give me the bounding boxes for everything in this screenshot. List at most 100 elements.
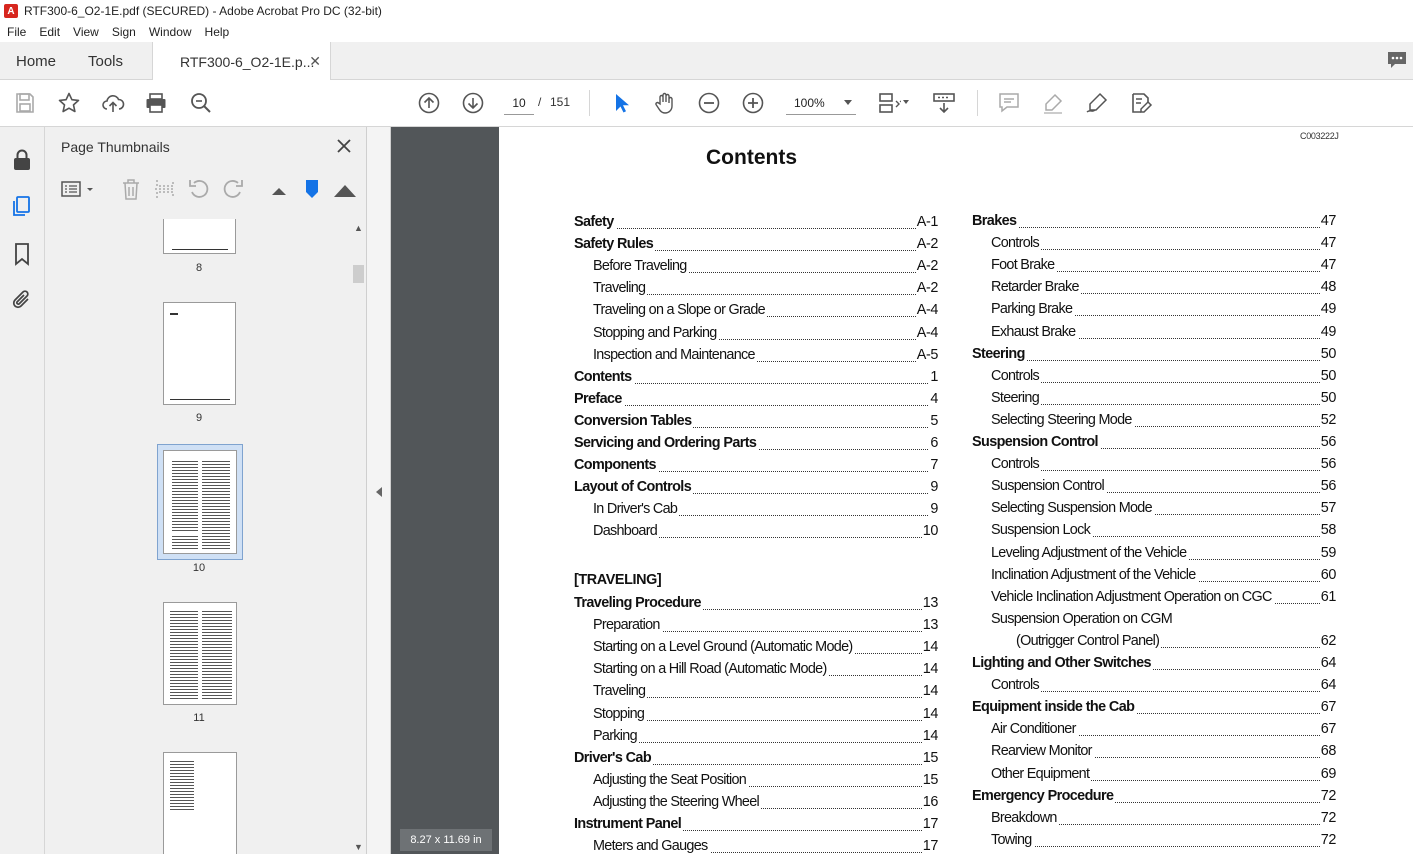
attachment-icon[interactable] xyxy=(10,288,34,312)
toc-entry[interactable]: Suspension Operation on CGM xyxy=(991,610,1336,629)
toc-entry[interactable]: Contents 1 xyxy=(574,368,938,387)
toc-entry[interactable]: Starting on a Hill Road (Automatic Mode)… xyxy=(593,661,938,679)
rotate-left-icon[interactable] xyxy=(187,177,211,201)
toc-entry[interactable]: Controls 50 xyxy=(991,367,1336,386)
lock-icon[interactable] xyxy=(10,148,34,172)
toc-entry[interactable]: Steering 50 xyxy=(991,389,1336,408)
thumbnail-size-large-icon[interactable] xyxy=(333,177,357,201)
rotate-right-icon[interactable] xyxy=(221,177,245,201)
bookmark-icon[interactable] xyxy=(10,242,34,266)
save-icon[interactable] xyxy=(13,91,37,115)
thumbnail-size-small-icon[interactable] xyxy=(270,177,288,201)
toc-entry[interactable]: Safety A-1 xyxy=(574,214,938,232)
toc-entry[interactable]: Inclination Adjustment of the Vehicle 60 xyxy=(991,566,1336,585)
chevron-down-icon[interactable] xyxy=(903,100,909,104)
toc-entry[interactable]: Starting on a Level Ground (Automatic Mo… xyxy=(593,639,938,657)
panel-collapse-handle[interactable] xyxy=(367,127,391,854)
toc-entry[interactable]: Traveling on a Slope or Grade A-4 xyxy=(593,302,938,320)
tab-document[interactable]: RTF300-6_O2-1E.p... ✕ xyxy=(152,42,331,81)
tab-home[interactable]: Home xyxy=(16,42,56,80)
close-icon[interactable] xyxy=(334,136,354,156)
scroll-mode-icon[interactable] xyxy=(932,91,956,115)
page-number-input[interactable] xyxy=(504,91,534,115)
previous-page-icon[interactable] xyxy=(417,91,441,115)
scrollbar-thumb[interactable] xyxy=(353,265,364,283)
toc-entry[interactable]: Components 7 xyxy=(574,457,938,475)
toc-entry[interactable]: Servicing and Ordering Parts 6 xyxy=(574,435,938,453)
delete-page-icon[interactable] xyxy=(120,177,142,201)
toc-entry[interactable]: Selecting Suspension Mode 57 xyxy=(991,500,1336,518)
toc-entry[interactable]: Suspension Control 56 xyxy=(972,434,1336,452)
next-page-icon[interactable] xyxy=(461,91,485,115)
thumbnails-scrollbar[interactable]: ▲ ▼ xyxy=(350,219,366,854)
edit-document-icon[interactable] xyxy=(1129,91,1153,115)
page-display-icon[interactable] xyxy=(877,91,904,115)
zoom-select[interactable]: 100% xyxy=(786,91,856,115)
toc-entry[interactable]: Instrument Panel 17 xyxy=(574,816,938,834)
toc-entry[interactable]: Parking 14 xyxy=(593,727,938,746)
toc-entry[interactable]: Conversion Tables 5 xyxy=(574,412,938,431)
hand-tool-icon[interactable] xyxy=(653,91,677,115)
toc-entry[interactable]: Stopping and Parking A-4 xyxy=(593,324,938,343)
toc-entry[interactable]: Leveling Adjustment of the Vehicle 59 xyxy=(991,544,1336,563)
toc-entry[interactable]: Lighting and Other Switches 64 xyxy=(972,655,1336,673)
zoom-out-icon[interactable] xyxy=(697,91,721,115)
toc-entry[interactable]: Retarder Brake 48 xyxy=(991,279,1336,297)
page-thumbnail[interactable] xyxy=(163,450,237,554)
close-tab-icon[interactable]: ✕ xyxy=(309,53,321,70)
toc-entry[interactable]: Meters and Gauges 17 xyxy=(593,838,938,854)
page-thumbnail[interactable] xyxy=(163,219,236,254)
toc-entry[interactable]: Breakdown 72 xyxy=(991,809,1336,828)
toc-entry[interactable]: Controls 56 xyxy=(991,456,1336,474)
toc-entry[interactable]: Steering 50 xyxy=(972,345,1336,364)
menu-file[interactable]: File xyxy=(0,25,32,39)
comment-icon[interactable] xyxy=(997,91,1021,115)
toc-entry[interactable]: Equipment inside the Cab 67 xyxy=(972,699,1336,717)
page-thumbnail[interactable] xyxy=(163,602,237,705)
toc-entry[interactable]: Towing 72 xyxy=(991,831,1336,850)
toc-entry[interactable]: Traveling A-2 xyxy=(593,280,938,298)
toc-entry[interactable]: Driver's Cab 15 xyxy=(574,749,938,768)
toc-entry[interactable]: Stopping 14 xyxy=(593,705,938,724)
select-cursor-icon[interactable] xyxy=(609,91,633,115)
menu-sign[interactable]: Sign xyxy=(105,25,142,39)
comment-icon[interactable] xyxy=(1387,51,1407,69)
toc-entry[interactable]: Adjusting the Seat Position 15 xyxy=(593,771,938,790)
extract-page-icon[interactable] xyxy=(153,177,177,201)
toc-entry[interactable]: Suspension Lock 58 xyxy=(991,522,1336,540)
toc-entry[interactable]: Before Traveling A-2 xyxy=(593,258,938,276)
insert-marker-icon[interactable] xyxy=(303,177,321,201)
toc-entry[interactable]: Parking Brake 49 xyxy=(991,301,1336,319)
toc-entry[interactable]: Brakes 47 xyxy=(972,213,1336,231)
menu-view[interactable]: View xyxy=(66,25,105,39)
toc-entry[interactable]: Controls 64 xyxy=(991,677,1336,695)
upload-cloud-icon[interactable] xyxy=(101,91,125,115)
toc-entry[interactable]: (Outrigger Control Panel) 62 xyxy=(1016,632,1336,651)
toc-entry[interactable]: Preface 4 xyxy=(574,390,938,409)
toc-entry[interactable]: Controls 47 xyxy=(991,235,1336,253)
toc-entry[interactable]: Emergency Procedure 72 xyxy=(972,787,1336,806)
toc-entry[interactable]: Selecting Steering Mode 52 xyxy=(991,411,1336,430)
toc-entry[interactable]: Adjusting the Steering Wheel 16 xyxy=(593,793,938,812)
toc-entry[interactable]: Preparation 13 xyxy=(593,617,938,635)
print-icon[interactable] xyxy=(144,91,168,115)
menu-window[interactable]: Window xyxy=(142,25,198,39)
highlight-pen-icon[interactable] xyxy=(1041,91,1065,115)
toc-entry[interactable]: Foot Brake 47 xyxy=(991,257,1336,275)
find-zoom-icon[interactable] xyxy=(189,91,213,115)
toc-entry[interactable]: Vehicle Inclination Adjustment Operation… xyxy=(991,588,1336,607)
toc-entry[interactable]: Exhaust Brake 49 xyxy=(991,323,1336,342)
page-thumbnail[interactable] xyxy=(163,752,237,854)
scroll-down-icon[interactable]: ▼ xyxy=(354,842,363,852)
toc-entry[interactable]: Layout of Controls 9 xyxy=(574,479,938,497)
menu-edit[interactable]: Edit xyxy=(32,25,66,39)
thumbnail-options-icon[interactable] xyxy=(61,177,97,201)
sign-pen-icon[interactable] xyxy=(1085,91,1109,115)
bookmark-star-icon[interactable] xyxy=(57,91,81,115)
page-thumbnails-icon[interactable] xyxy=(10,194,34,218)
toc-entry[interactable]: Other Equipment 69 xyxy=(991,765,1336,784)
toc-entry[interactable]: Traveling Procedure 13 xyxy=(574,595,938,613)
scroll-up-icon[interactable]: ▲ xyxy=(354,223,363,233)
toc-entry[interactable]: Traveling 14 xyxy=(593,683,938,701)
toc-entry[interactable]: Dashboard 10 xyxy=(593,523,938,541)
